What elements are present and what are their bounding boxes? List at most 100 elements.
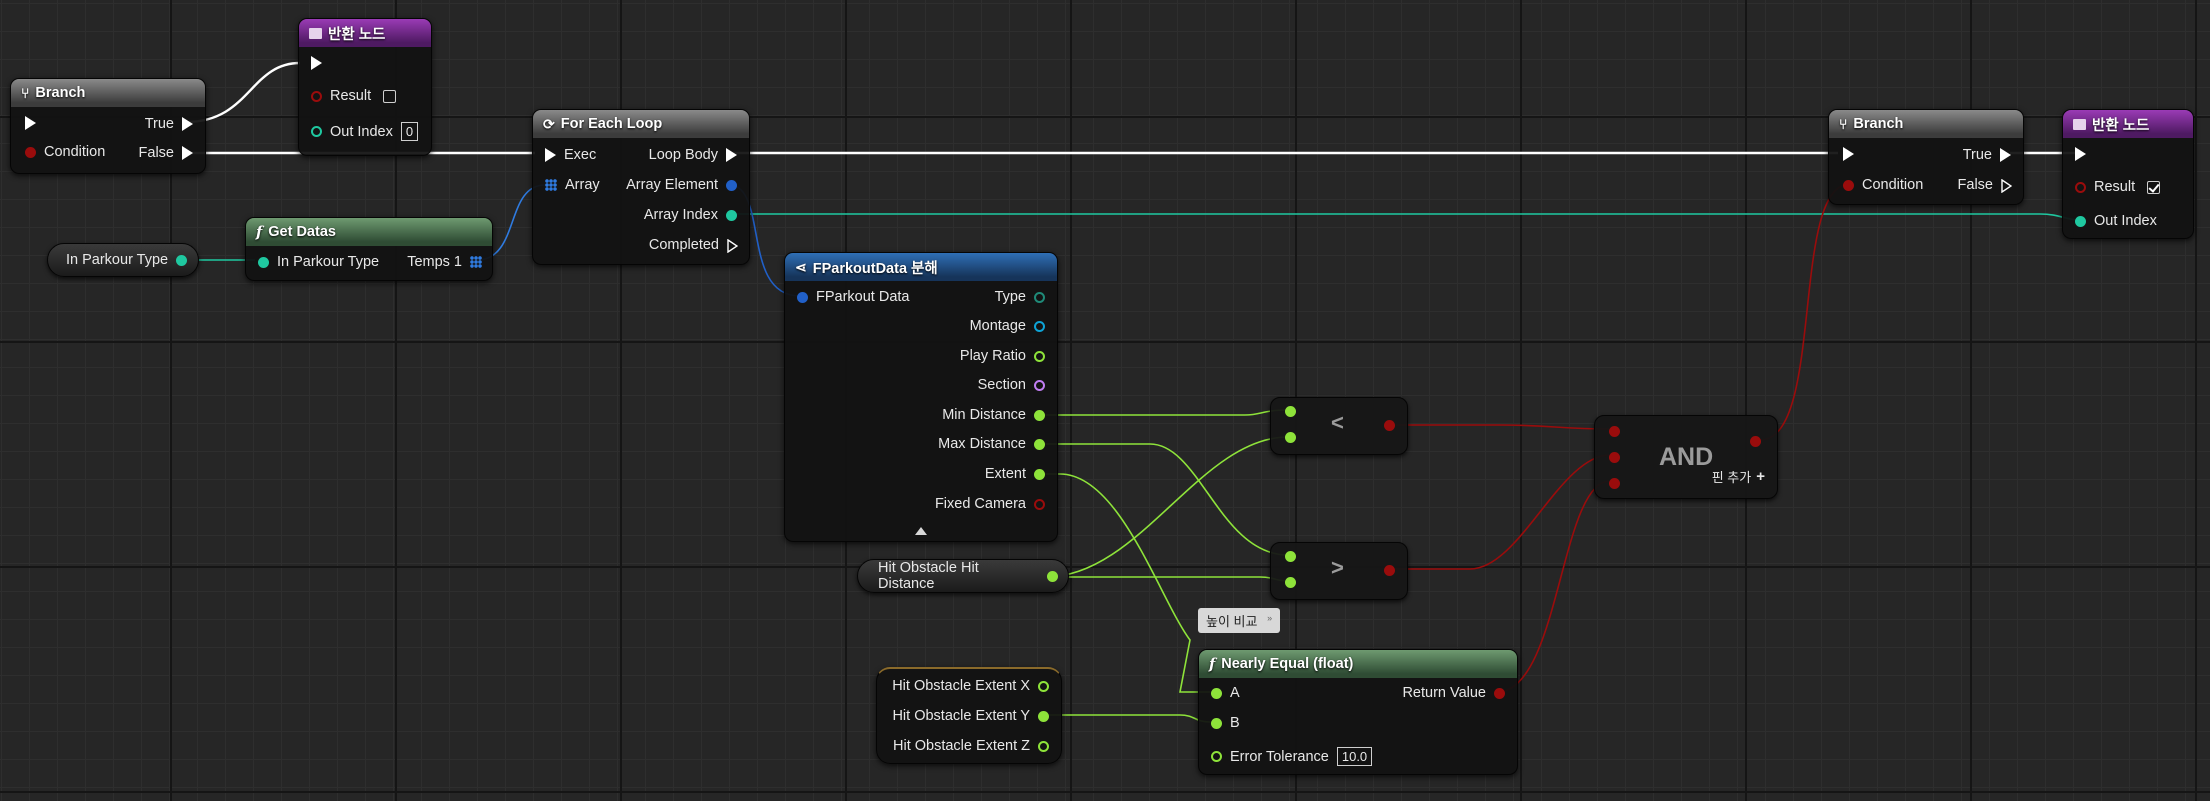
hit-extent-y-pin[interactable]: Hit Obstacle Extent Y bbox=[892, 708, 1049, 724]
return-node-2[interactable]: 반환 노드 Result Out Index bbox=[2062, 109, 2194, 239]
error-tolerance-input[interactable]: 10.0 bbox=[1336, 747, 1373, 766]
bool-pin-icon[interactable] bbox=[1609, 426, 1620, 437]
struct-pin-icon[interactable] bbox=[726, 179, 737, 191]
enum-pin-icon[interactable] bbox=[258, 256, 269, 268]
in-parkour-type-variable[interactable]: In Parkour Type bbox=[47, 243, 199, 277]
break-struct-extent-pin[interactable]: Extent bbox=[985, 466, 1045, 482]
break-struct-min-distance-pin[interactable]: Min Distance bbox=[942, 407, 1045, 423]
return-result-pin[interactable]: Result bbox=[2075, 179, 2161, 195]
greater-than-node[interactable]: > bbox=[1270, 542, 1408, 600]
bool-pin-icon[interactable] bbox=[1494, 687, 1505, 699]
break-struct-type-pin[interactable]: Type bbox=[995, 289, 1045, 305]
object-pin-icon[interactable] bbox=[1034, 320, 1045, 332]
comment-bubble[interactable]: 높이 비교 » bbox=[1198, 608, 1281, 633]
float-pin-icon[interactable] bbox=[1038, 680, 1049, 692]
add-pin-button[interactable]: 핀 추가 + bbox=[1712, 467, 1765, 486]
enum-pin-icon[interactable] bbox=[1034, 291, 1045, 303]
branch-exec-in[interactable] bbox=[25, 116, 36, 130]
branch-node[interactable]: ⑂ Branch True Condition False bbox=[10, 78, 206, 174]
for-each-array-element-pin[interactable]: Array Element bbox=[626, 177, 737, 193]
float-pin-icon[interactable] bbox=[1211, 687, 1222, 699]
less-than-node[interactable]: < bbox=[1270, 397, 1408, 455]
return-result-pin[interactable]: Result bbox=[311, 88, 397, 104]
and-node[interactable]: AND 핀 추가 + bbox=[1594, 415, 1778, 499]
break-struct-section-pin[interactable]: Section bbox=[978, 377, 1045, 393]
bool-pin-icon[interactable] bbox=[1384, 565, 1395, 576]
branch-condition-pin[interactable]: Condition bbox=[25, 144, 105, 160]
int-pin-icon[interactable] bbox=[2075, 215, 2086, 227]
hit-obstacle-extent-node[interactable]: Hit Obstacle Extent X Hit Obstacle Exten… bbox=[876, 667, 1062, 764]
for-each-loop-node[interactable]: ⟳ For Each Loop Exec Loop Body Array Arr… bbox=[532, 109, 750, 265]
float-pin-icon[interactable] bbox=[1047, 570, 1058, 582]
bool-pin-icon[interactable] bbox=[1609, 478, 1620, 489]
nearly-equal-error-tolerance-pin[interactable]: Error Tolerance 10.0 bbox=[1211, 747, 1373, 766]
return-out-index-pin[interactable]: Out Index bbox=[2075, 213, 2157, 229]
exec-pin-icon[interactable] bbox=[2075, 147, 2086, 161]
exec-pin-icon[interactable] bbox=[727, 239, 738, 253]
branch-false-pin[interactable]: False bbox=[1958, 177, 2012, 193]
for-each-array-index-pin[interactable]: Array Index bbox=[644, 207, 737, 223]
bool-pin-icon[interactable] bbox=[1034, 498, 1045, 510]
get-datas-temps-pin[interactable]: Temps 1 bbox=[407, 254, 482, 270]
nearly-equal-b-pin[interactable]: B bbox=[1211, 715, 1240, 731]
float-pin-icon[interactable] bbox=[1285, 577, 1296, 588]
break-struct-play-ratio-pin[interactable]: Play Ratio bbox=[960, 348, 1045, 364]
float-pin-icon[interactable] bbox=[1211, 717, 1222, 729]
get-datas-in-parkour-type-pin[interactable]: In Parkour Type bbox=[258, 254, 379, 270]
break-struct-input-pin[interactable]: FParkout Data bbox=[797, 289, 910, 305]
branch-node-2[interactable]: ⑂ Branch True Condition False bbox=[1828, 109, 2024, 205]
float-pin-icon[interactable] bbox=[1285, 432, 1296, 443]
float-pin-icon[interactable] bbox=[1038, 710, 1049, 722]
exec-pin-icon[interactable] bbox=[25, 116, 36, 130]
exec-pin-icon[interactable] bbox=[182, 146, 193, 160]
break-struct-max-distance-pin[interactable]: Max Distance bbox=[938, 436, 1045, 452]
return-exec-in[interactable] bbox=[311, 56, 322, 70]
result-checkbox[interactable] bbox=[2147, 180, 2161, 194]
nearly-equal-return-pin[interactable]: Return Value bbox=[1402, 685, 1505, 701]
collapse-icon[interactable]: » bbox=[1267, 613, 1272, 623]
break-struct-montage-pin[interactable]: Montage bbox=[970, 318, 1045, 334]
float-pin-icon[interactable] bbox=[1038, 740, 1049, 752]
array-pin-icon[interactable] bbox=[545, 179, 557, 191]
branch-true-pin[interactable]: True bbox=[145, 116, 193, 132]
get-datas-node[interactable]: f Get Datas In Parkour Type Temps 1 bbox=[245, 217, 493, 281]
for-each-array-pin[interactable]: Array bbox=[545, 177, 600, 193]
struct-pin-icon[interactable] bbox=[797, 291, 808, 303]
int-pin-icon[interactable] bbox=[726, 209, 737, 221]
branch-exec-in[interactable] bbox=[1843, 147, 1854, 161]
bool-pin-icon[interactable] bbox=[311, 90, 322, 102]
hit-obstacle-hit-distance-variable[interactable]: Hit Obstacle Hit Distance bbox=[857, 559, 1069, 593]
bool-pin-icon[interactable] bbox=[25, 146, 36, 158]
return-out-index-pin[interactable]: Out Index 0 bbox=[311, 122, 419, 141]
int-pin-icon[interactable] bbox=[311, 126, 322, 137]
bool-pin-icon[interactable] bbox=[2075, 181, 2086, 193]
float-pin-icon[interactable] bbox=[1285, 551, 1296, 562]
array-pin-icon[interactable] bbox=[470, 256, 482, 268]
nearly-equal-a-pin[interactable]: A bbox=[1211, 685, 1240, 701]
branch-false-pin[interactable]: False bbox=[139, 145, 193, 161]
float-pin-icon[interactable] bbox=[1034, 350, 1045, 362]
float-pin-icon[interactable] bbox=[1034, 409, 1045, 421]
return-node[interactable]: 반환 노드 Result Out Index 0 bbox=[298, 18, 432, 156]
hit-extent-x-pin[interactable]: Hit Obstacle Extent X bbox=[892, 678, 1049, 694]
exec-pin-icon[interactable] bbox=[182, 117, 193, 131]
out-index-value-input[interactable]: 0 bbox=[400, 122, 419, 141]
exec-pin-icon[interactable] bbox=[311, 56, 322, 70]
hit-extent-z-pin[interactable]: Hit Obstacle Extent Z bbox=[893, 738, 1049, 754]
exec-pin-icon[interactable] bbox=[545, 148, 556, 162]
nearly-equal-node[interactable]: f Nearly Equal (float) A Return Value B … bbox=[1198, 649, 1518, 775]
float-pin-icon[interactable] bbox=[1211, 751, 1222, 762]
enum-pin-icon[interactable] bbox=[176, 254, 188, 266]
exec-pin-icon[interactable] bbox=[2000, 148, 2011, 162]
for-each-loop-body-pin[interactable]: Loop Body bbox=[649, 147, 737, 163]
bool-pin-icon[interactable] bbox=[1750, 436, 1761, 447]
float-pin-icon[interactable] bbox=[1034, 438, 1045, 450]
collapse-arrow-icon[interactable] bbox=[915, 527, 927, 535]
break-struct-node[interactable]: ⋖ FParkoutData 분해 FParkout Data Type Mon… bbox=[784, 252, 1058, 542]
branch-condition-pin[interactable]: Condition bbox=[1843, 177, 1923, 193]
branch-true-pin[interactable]: True bbox=[1963, 147, 2011, 163]
name-pin-icon[interactable] bbox=[1034, 379, 1045, 391]
return-exec-in[interactable] bbox=[2075, 147, 2086, 161]
bool-pin-icon[interactable] bbox=[1843, 179, 1854, 191]
exec-pin-icon[interactable] bbox=[1843, 147, 1854, 161]
